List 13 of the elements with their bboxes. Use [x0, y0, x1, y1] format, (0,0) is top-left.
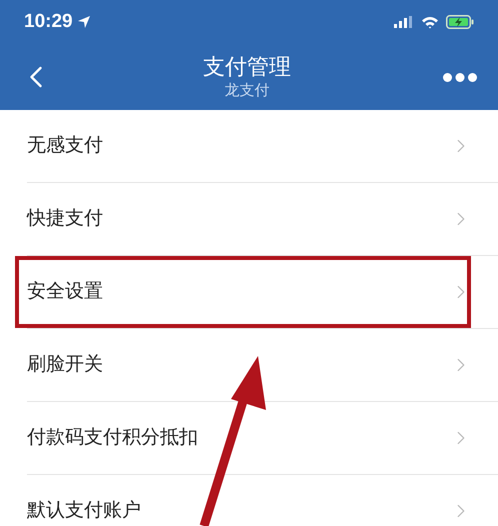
signal-icon: [394, 16, 414, 28]
menu-item[interactable]: 付款码支付积分抵扣: [0, 402, 498, 474]
location-arrow-icon: [76, 15, 91, 29]
more-icon: [443, 72, 477, 82]
nav-title: 支付管理: [203, 53, 291, 81]
menu-item[interactable]: 快捷支付: [0, 183, 498, 255]
wifi-icon: [421, 16, 439, 28]
menu-item[interactable]: 刷脸开关: [0, 329, 498, 401]
menu-item[interactable]: 无感支付: [0, 110, 498, 182]
nav-subtitle: 龙支付: [224, 81, 270, 101]
menu-item[interactable]: 默认支付账户: [0, 475, 498, 526]
status-time: 10:29: [24, 10, 73, 34]
menu-item[interactable]: 安全设置: [0, 256, 498, 328]
